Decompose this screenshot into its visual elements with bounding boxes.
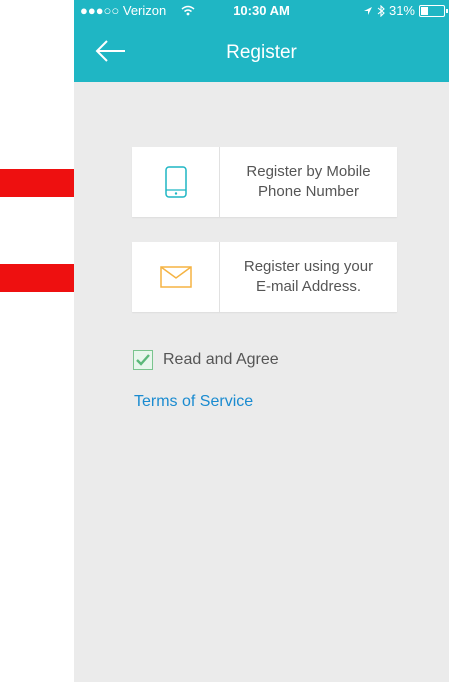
status-right-group: 31%	[363, 3, 448, 18]
register-by-phone-label: Register by Mobile Phone Number	[246, 163, 371, 200]
envelope-icon	[159, 266, 192, 288]
register-by-email-button[interactable]: Register using your E-mail Address.	[132, 242, 397, 312]
status-bar: ●●●○○ Verizon 10:30 AM 31%	[74, 0, 449, 22]
bluetooth-icon	[377, 4, 385, 17]
agree-label: Read and Agree	[163, 351, 279, 368]
register-by-phone-button[interactable]: Register by Mobile Phone Number	[132, 147, 397, 217]
card-icon-cell	[132, 147, 220, 217]
terms-of-service-link[interactable]: Terms of Service	[134, 393, 253, 411]
register-by-email-label: Register using your E-mail Address.	[243, 258, 374, 295]
checkmark-icon	[136, 354, 150, 366]
page-title: Register	[226, 42, 297, 63]
battery-percent: 31%	[388, 3, 415, 18]
location-arrow-icon	[363, 6, 372, 15]
phone-screen: ●●●○○ Verizon 10:30 AM 31% Register Regi…	[74, 0, 449, 682]
nav-bar: Register	[74, 22, 449, 82]
mobile-phone-icon	[164, 166, 187, 198]
battery-icon	[419, 4, 448, 17]
battery-level	[421, 6, 428, 15]
app-header: ●●●○○ Verizon 10:30 AM 31% Register	[74, 0, 449, 82]
card-icon-cell	[132, 242, 220, 312]
agree-checkbox-row[interactable]: Read and Agree	[133, 350, 279, 370]
agree-checkbox[interactable]	[133, 350, 153, 370]
